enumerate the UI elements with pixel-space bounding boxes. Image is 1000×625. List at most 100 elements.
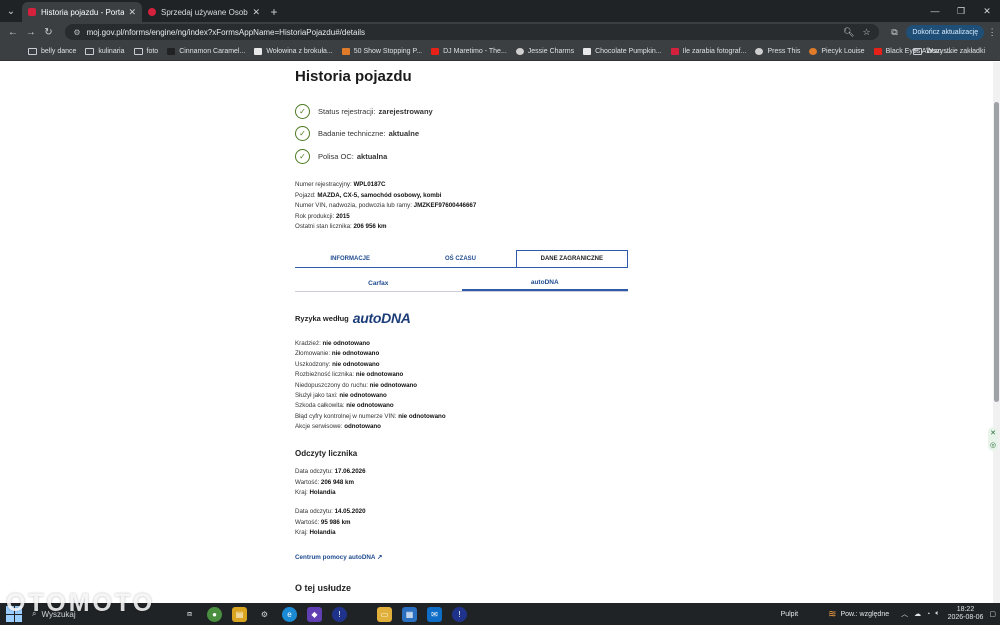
bookmark-label: Ile zarabia fotograf... (682, 47, 747, 55)
folder-icon[interactable]: ▭ (377, 606, 392, 622)
reading-value-row: Wartość: 206 948 km (295, 478, 366, 489)
reading-label: Kraj: (295, 489, 308, 496)
volume-icon[interactable]: 🔈︎ (935, 610, 939, 618)
bookmark-folder[interactable]: kulinaria (85, 47, 125, 55)
blogger-icon (809, 47, 818, 55)
bookmark-folder[interactable]: belly dance (28, 47, 76, 55)
status-registration: ✓ Status rejestracji: zarejestrowany (295, 104, 433, 119)
risk-row: Rozbieżność licznika: nie odnotowano (295, 370, 446, 380)
scrollbar-thumb[interactable] (994, 102, 999, 402)
bookmark-item[interactable]: Ile zarabia fotograf... (670, 47, 747, 55)
globe-icon (755, 47, 764, 55)
chrome-icon[interactable]: ● (207, 606, 222, 622)
reading-label: Kraj: (295, 529, 308, 536)
bookmark-label: 50 Show Stopping P... (353, 47, 423, 55)
clock-time: 18:22 (956, 606, 975, 613)
close-widget-icon[interactable]: ✕ (990, 429, 996, 437)
site-info-icon[interactable]: ⚙ (73, 28, 80, 37)
bookmark-item[interactable]: Jessie Charms (515, 47, 574, 55)
minimize-icon[interactable]: — (922, 0, 948, 22)
bookmark-label: Press This (767, 47, 801, 55)
sub-tabs: Carfax autoDNA (295, 275, 628, 292)
widget-icon[interactable]: ◎ (990, 441, 996, 449)
bookmark-label: Wołowina z brokuła... (266, 47, 333, 55)
store-icon[interactable]: ◆ (307, 606, 322, 622)
odometer-reading: Data odczytu: 17.06.2026 Wartość: 206 94… (295, 467, 366, 499)
bookmark-item[interactable]: Cinnamon Caramel... (167, 47, 245, 55)
bookmark-item[interactable]: Wołowina z brokuła... (254, 47, 333, 55)
weather-widget[interactable]: ≋ Pow.: względne (828, 609, 889, 620)
bookmark-item[interactable]: 50 Show Stopping P... (341, 47, 423, 55)
network-icon[interactable]: ☁ (914, 610, 921, 618)
risk-value: nie odnotowano (355, 371, 404, 379)
new-tab-button[interactable]: + (266, 2, 282, 22)
status-label: Badanie techniczne: (318, 129, 386, 138)
weather-icon: ≋ (828, 608, 837, 620)
desktop-label[interactable]: Pulpit (781, 611, 799, 618)
bookmark-item[interactable]: Chocolate Pumpkin... (583, 47, 662, 55)
tab-os-czasu[interactable]: OŚ CZASU (405, 250, 515, 267)
bookmark-folder[interactable]: foto (133, 47, 159, 55)
clock[interactable]: 18:22 2026-08-06 (948, 606, 984, 622)
app-icon[interactable]: ! (332, 606, 347, 622)
app-icon[interactable]: ! (452, 606, 467, 622)
browser-tab-active[interactable]: Historia pojazdu - Portal gov.pl ✕ (22, 2, 142, 22)
info-value: MAZDA, CX-5, samochód osobowy, kombi (317, 191, 442, 199)
side-widget[interactable]: ✕ ◎ (988, 427, 998, 451)
url-bar[interactable]: ⚙ moj.gov.pl/nforms/engine/ng/index?xFor… (65, 24, 879, 40)
close-tab-icon[interactable]: ✕ (252, 7, 260, 18)
search-page-icon[interactable]: 🔍︎ (843, 27, 854, 38)
status-value: aktualne (388, 129, 419, 138)
bookmark-item[interactable]: Press This (755, 47, 801, 55)
bookmark-label: kulinaria (98, 47, 125, 55)
wifi-icon[interactable]: ◔ (926, 611, 930, 618)
reading-value: 95 986 km (320, 518, 351, 526)
task-view-icon[interactable]: ⧈ (182, 607, 197, 622)
edge-icon[interactable]: e (282, 606, 297, 622)
info-row: Rok produkcji: 2015 (295, 212, 476, 223)
close-tab-icon[interactable]: ✕ (128, 7, 136, 18)
bookmark-item[interactable]: Piecyk Louise (809, 47, 865, 55)
reading-date: Data odczytu: 14.05.2020 (295, 507, 366, 518)
update-button[interactable]: Dokończ aktualizację (906, 24, 985, 40)
bookmark-star-icon[interactable]: ☆ (862, 27, 870, 38)
tab-search-icon[interactable]: ⌄ (0, 0, 22, 22)
tab-informacje[interactable]: INFORMACJE (295, 250, 405, 267)
risk-row: Akcje serwisowe: odnotowano (295, 422, 446, 432)
info-label: Numer VIN, nadwozia, podwozia lub ramy: (295, 202, 412, 209)
risk-label: Akcje serwisowe: (295, 423, 343, 431)
notifications-icon[interactable]: ▢ (989, 610, 996, 618)
file-explorer-icon[interactable]: ▤ (232, 606, 247, 622)
risk-label: Złomowanie: (295, 350, 331, 358)
bookmark-item[interactable]: DJ Maretimo - The... (431, 47, 507, 55)
autodna-help-link[interactable]: Centrum pomocy autoDNA ↗ (295, 554, 382, 561)
tab-dane-zagraniczne[interactable]: DANE ZAGRANICZNE (515, 250, 628, 267)
close-window-icon[interactable]: ✕ (974, 0, 1000, 22)
browser-tab[interactable]: Sprzedaj używane Osobowe | O ✕ (142, 2, 266, 22)
maximize-icon[interactable]: ❐ (948, 0, 974, 22)
subtab-carfax[interactable]: Carfax (295, 275, 462, 291)
forward-icon[interactable]: → (22, 27, 40, 38)
menu-icon[interactable]: ⋮ (984, 27, 1000, 38)
vehicle-info: Numer rejestracyjny: WPL0187C Pojazd: MA… (295, 180, 476, 233)
autodna-logo: autoDNA (352, 310, 411, 326)
bookmarks-bar: belly dance kulinaria foto Cinnamon Cara… (0, 42, 1000, 61)
risk-heading: Ryzyka według autoDNA (295, 310, 411, 326)
risk-label: Błąd cyfry kontrolnej w numerze VIN: (295, 412, 397, 420)
page-scrollbar[interactable] (993, 62, 1000, 603)
bookmark-label: foto (146, 47, 159, 55)
reload-icon[interactable]: ↻ (40, 27, 58, 38)
back-icon[interactable]: ← (4, 27, 22, 38)
about-heading: O tej usłudze (295, 583, 352, 593)
help-link-text[interactable]: Centrum pomocy autoDNA (295, 554, 375, 561)
extensions-icon[interactable]: ⧉ (887, 27, 903, 38)
url-text[interactable]: moj.gov.pl/nforms/engine/ng/index?xForms… (87, 28, 835, 37)
subtab-autodna[interactable]: autoDNA (461, 275, 628, 291)
document-icon[interactable]: ▦ (402, 606, 417, 622)
all-bookmarks-button[interactable]: Wszystkie zakładki (913, 42, 985, 61)
risk-value: nie odnotowano (339, 392, 387, 400)
outlook-icon[interactable]: ✉ (427, 606, 442, 622)
tray-chevron-icon[interactable]: ︿ (901, 609, 908, 619)
reading-value: Holandia (309, 489, 336, 496)
settings-icon[interactable]: ⚙ (257, 607, 272, 622)
